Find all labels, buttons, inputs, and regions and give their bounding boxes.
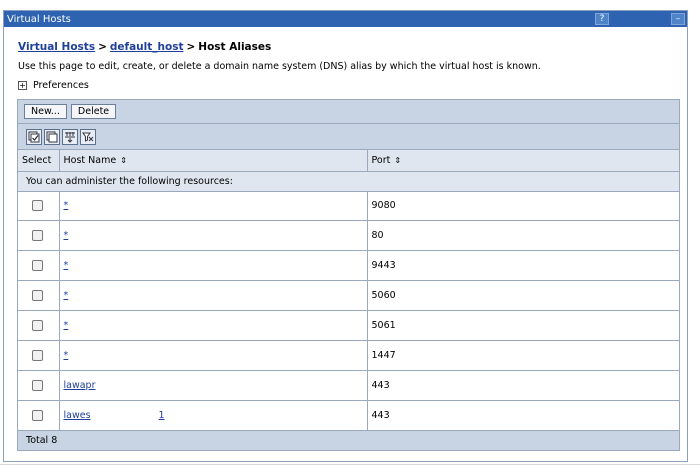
- table-icon-bar: [18, 124, 679, 150]
- breadcrumb: Virtual Hosts > default_host > Host Aliases: [18, 41, 272, 53]
- table-header-row: Select Host Name ⇕ Port ⇕: [18, 150, 679, 172]
- sort-icon[interactable]: ⇕: [120, 156, 127, 165]
- row-select-checkbox[interactable]: [32, 260, 44, 272]
- port-cell: 1447: [367, 340, 679, 371]
- redacted-area: [95, 379, 166, 391]
- select-column-header: Select: [18, 150, 60, 172]
- row-select-checkbox[interactable]: [32, 349, 44, 361]
- port-cell: 80: [367, 220, 679, 252]
- port-cell: 443: [367, 400, 679, 431]
- section-row: You can administer the following resourc…: [18, 171, 679, 192]
- table-row: * 1447: [18, 340, 679, 371]
- redacted-area: [90, 409, 159, 421]
- host-name-cell: *: [59, 340, 368, 371]
- host-name-cell: lawes 1: [59, 400, 368, 431]
- panel-title: Virtual Hosts: [7, 13, 71, 25]
- deselect-all-icon[interactable]: [44, 128, 60, 145]
- help-button[interactable]: ?: [595, 13, 609, 25]
- action-button-bar: New... Delete: [18, 100, 679, 124]
- new-button[interactable]: New...: [24, 104, 67, 119]
- host-name-link-tail[interactable]: 1: [159, 410, 165, 421]
- port-cell: 9080: [367, 191, 679, 222]
- host-name-header-label: Host Name: [63, 154, 117, 166]
- row-select-checkbox[interactable]: [32, 320, 44, 331]
- host-name-link[interactable]: *: [64, 350, 69, 361]
- host-name-cell: *: [59, 310, 368, 341]
- port-column-header[interactable]: Port ⇕: [367, 150, 679, 172]
- total-row: Total 8: [18, 430, 679, 451]
- host-aliases-table: Select Host Name ⇕ Port ⇕ You can administ…: [18, 150, 679, 451]
- host-name-link[interactable]: lawapr: [64, 380, 96, 391]
- row-select-checkbox[interactable]: [32, 290, 44, 302]
- preferences-label: Preferences: [33, 80, 89, 91]
- sort-icon[interactable]: ⇕: [394, 156, 401, 165]
- table-row: lawapr 443: [18, 370, 679, 401]
- host-name-link[interactable]: *: [64, 290, 69, 301]
- port-cell: 443: [367, 370, 679, 401]
- virtual-hosts-panel: Virtual Hosts ? – Virtual Hosts > default_…: [3, 10, 688, 462]
- port-cell: 5060: [367, 280, 679, 312]
- breadcrumb-current: Host Aliases: [198, 41, 272, 53]
- host-name-link[interactable]: lawes: [64, 410, 91, 421]
- expand-icon: +: [18, 80, 27, 90]
- row-select-checkbox[interactable]: [32, 230, 44, 242]
- host-name-link[interactable]: *: [64, 320, 69, 331]
- host-name-cell: *: [59, 250, 368, 282]
- table-row: * 9443: [18, 250, 679, 282]
- host-name-column-header[interactable]: Host Name ⇕: [59, 150, 368, 172]
- table-row: * 9080: [18, 191, 679, 222]
- table-row: lawes 1 443: [18, 400, 679, 431]
- host-name-cell: lawapr: [59, 370, 368, 401]
- show-filter-icon[interactable]: [62, 128, 78, 145]
- host-name-cell: *: [59, 220, 368, 252]
- minimize-button[interactable]: –: [671, 13, 685, 25]
- host-name-link[interactable]: *: [64, 230, 69, 241]
- clear-filter-icon[interactable]: [80, 128, 96, 145]
- port-cell: 9443: [367, 250, 679, 282]
- host-name-link[interactable]: *: [64, 200, 69, 211]
- section-label: You can administer the following resourc…: [18, 171, 679, 192]
- table-row: * 5061: [18, 310, 679, 341]
- breadcrumb-link-default-host[interactable]: default_host: [110, 41, 184, 53]
- table-row: * 80: [18, 220, 679, 252]
- panel-content: Virtual Hosts > default_host > Host Aliases …: [4, 41, 687, 91]
- port-header-label: Port: [371, 154, 391, 166]
- port-cell: 5061: [367, 310, 679, 341]
- breadcrumb-link-virtual-hosts[interactable]: Virtual Hosts: [18, 41, 95, 53]
- delete-button[interactable]: Delete: [70, 104, 117, 119]
- total-label: Total 8: [18, 430, 679, 451]
- row-select-checkbox[interactable]: [32, 200, 44, 212]
- row-select-checkbox[interactable]: [32, 409, 44, 421]
- table-row: * 5060: [18, 280, 679, 312]
- host-name-cell: *: [59, 280, 368, 312]
- row-select-checkbox[interactable]: [32, 379, 44, 391]
- page-description: Use this page to edit, create, or delete…: [18, 61, 541, 72]
- select-all-icon[interactable]: [26, 128, 42, 145]
- preferences-toggle[interactable]: + Preferences: [18, 80, 687, 91]
- top-strip: [0, 0, 700, 8]
- host-name-cell: *: [59, 191, 368, 222]
- panel-titlebar: Virtual Hosts ? –: [4, 11, 687, 27]
- host-aliases-collection: New... Delete Select Host Name ⇕ Port ⇕ …: [17, 99, 680, 452]
- host-name-link[interactable]: *: [64, 260, 69, 271]
